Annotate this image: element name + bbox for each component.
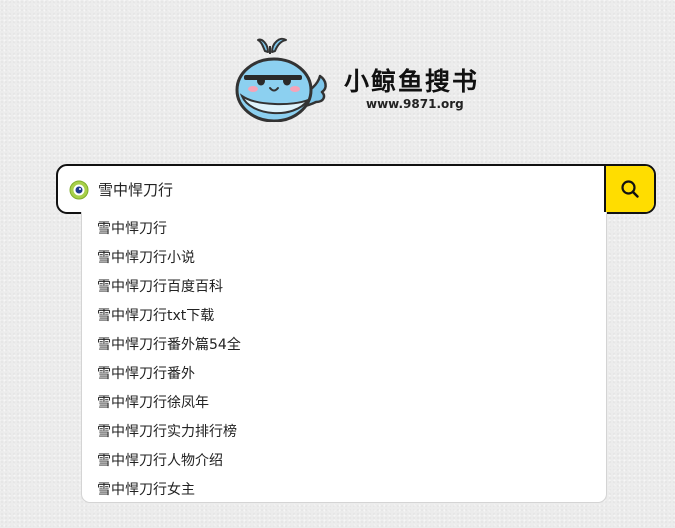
suggestion-item[interactable]: 雪中悍刀行 <box>82 215 606 244</box>
suggestion-item[interactable]: 雪中悍刀行人物介绍 <box>82 447 606 476</box>
eye-icon <box>69 180 89 200</box>
suggestion-item[interactable]: 雪中悍刀行女主 <box>82 476 606 505</box>
suggestion-item[interactable]: 雪中悍刀行番外 <box>82 360 606 389</box>
brand-domain: www.9871.org <box>366 97 464 111</box>
search-button[interactable] <box>604 166 654 212</box>
site-logo[interactable]: 小鲸鱼搜书 www.9871.org <box>232 30 492 125</box>
brand-name: 小鲸鱼搜书 <box>344 67 480 96</box>
search-icon <box>621 180 639 198</box>
suggestion-item[interactable]: 雪中悍刀行番外篇54全 <box>82 331 606 360</box>
suggestion-item[interactable]: 雪中悍刀行徐凤年 <box>82 389 606 418</box>
suggestion-item[interactable]: 雪中悍刀行百度百科 <box>82 273 606 302</box>
whale-icon <box>235 37 327 122</box>
suggestion-item[interactable]: 雪中悍刀行实力排行榜 <box>82 418 606 447</box>
suggestion-item[interactable]: 雪中悍刀行小说 <box>82 244 606 273</box>
suggestion-list: 雪中悍刀行 雪中悍刀行小说 雪中悍刀行百度百科 雪中悍刀行txt下载 雪中悍刀行… <box>81 212 607 503</box>
search-bar <box>56 164 656 214</box>
search-input[interactable] <box>98 166 598 212</box>
suggestion-item[interactable]: 雪中悍刀行txt下载 <box>82 302 606 331</box>
